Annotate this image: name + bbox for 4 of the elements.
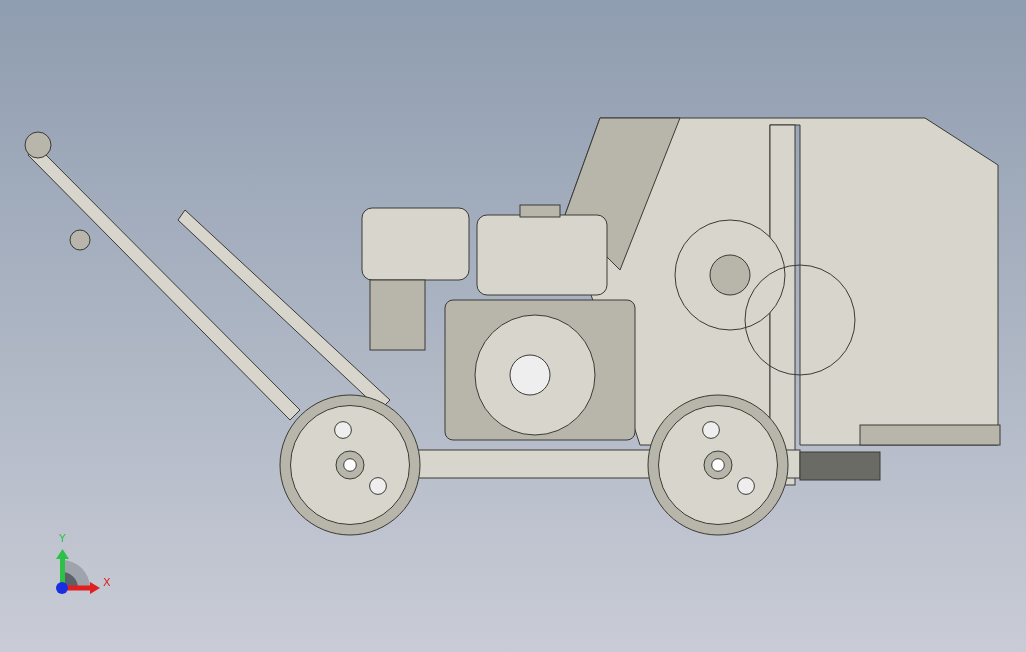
axis-triad-drawing xyxy=(56,549,100,594)
y-axis-label: Y xyxy=(59,533,66,544)
x-axis-label: X xyxy=(103,577,111,588)
cad-viewport[interactable]: Y X xyxy=(0,0,1026,652)
